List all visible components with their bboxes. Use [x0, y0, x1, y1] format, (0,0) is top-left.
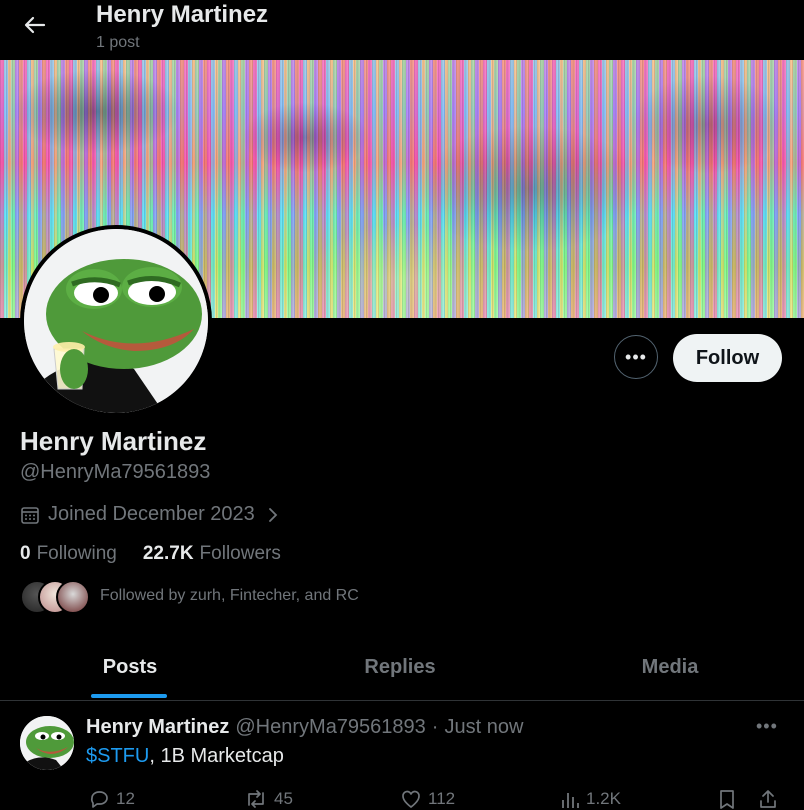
- active-tab-indicator: [91, 694, 167, 698]
- views-button[interactable]: 1.2K: [560, 788, 621, 810]
- reply-icon: [90, 791, 108, 808]
- calendar-icon: [21, 506, 39, 524]
- follower-avatar: [56, 580, 90, 614]
- followers-label: Followers: [199, 543, 281, 564]
- tab-posts[interactable]: Posts: [40, 635, 220, 699]
- more-options-button[interactable]: •••: [614, 335, 658, 379]
- top-header: Henry Martinez 1 post: [0, 0, 804, 60]
- post-separator: ·: [431, 716, 439, 738]
- post-time[interactable]: Just now: [444, 716, 523, 739]
- chevron-right-icon: [268, 507, 278, 522]
- header-title: Henry Martinez: [96, 1, 269, 28]
- bookmark-button[interactable]: [718, 788, 736, 810]
- follow-stats: 0 Following 22.7K Followers: [20, 543, 281, 565]
- following-link[interactable]: 0 Following: [20, 543, 117, 565]
- like-icon: [402, 790, 420, 808]
- frog-avatar-image: [24, 229, 208, 413]
- profile-tabs: Posts Replies Media: [0, 635, 804, 701]
- post-text-rest: , 1B Marketcap: [149, 745, 284, 767]
- views-icon: [562, 793, 579, 808]
- profile-name: Henry Martinez: [20, 426, 207, 456]
- followers-count: 22.7K: [142, 543, 194, 564]
- profile-avatar[interactable]: [20, 225, 212, 417]
- post-avatar[interactable]: [20, 716, 74, 770]
- bookmark-icon: [720, 790, 734, 809]
- repost-icon: [248, 790, 264, 808]
- post-more-button[interactable]: •••: [756, 716, 778, 737]
- post-author-name[interactable]: Henry Martinez: [86, 716, 229, 739]
- post-author-handle[interactable]: @HenryMa79561893: [235, 716, 425, 739]
- like-button[interactable]: 112: [400, 788, 455, 810]
- share-button[interactable]: [758, 788, 778, 810]
- views-count: 1.2K: [586, 789, 621, 808]
- follow-button[interactable]: Follow: [673, 334, 782, 382]
- share-icon: [760, 790, 776, 808]
- post-text: $STFU, 1B Marketcap: [86, 745, 284, 768]
- back-button[interactable]: [20, 10, 50, 40]
- repost-count: 45: [274, 789, 293, 808]
- followed-by-text: Followed by zurh, Fintecher, and RC: [100, 587, 359, 604]
- tab-replies[interactable]: Replies: [310, 635, 490, 699]
- header-post-count: 1 post: [96, 34, 140, 51]
- profile-handle: @HenryMa79561893: [20, 461, 211, 483]
- repost-button[interactable]: 45: [244, 788, 293, 810]
- follower-avatars: [20, 580, 90, 614]
- following-count: 0: [20, 543, 31, 564]
- followers-link[interactable]: 22.7K Followers: [143, 543, 281, 565]
- cashtag-link[interactable]: $STFU: [86, 745, 149, 767]
- followed-by[interactable]: Followed by zurh, Fintecher, and RC: [20, 580, 359, 614]
- reply-button[interactable]: 12: [88, 788, 135, 810]
- like-count: 112: [428, 789, 456, 808]
- post-header: Henry Martinez @HenryMa79561893 · Just n…: [86, 716, 523, 739]
- post-actions: 12 45 112 1.2K: [86, 788, 786, 810]
- joined-label: Joined December 2023: [48, 503, 255, 525]
- reply-count: 12: [116, 789, 135, 808]
- frog-avatar-image: [20, 716, 74, 770]
- back-arrow-icon: [24, 16, 46, 34]
- tab-media[interactable]: Media: [580, 635, 760, 699]
- following-label: Following: [36, 543, 117, 564]
- joined-date[interactable]: Joined December 2023: [20, 503, 279, 526]
